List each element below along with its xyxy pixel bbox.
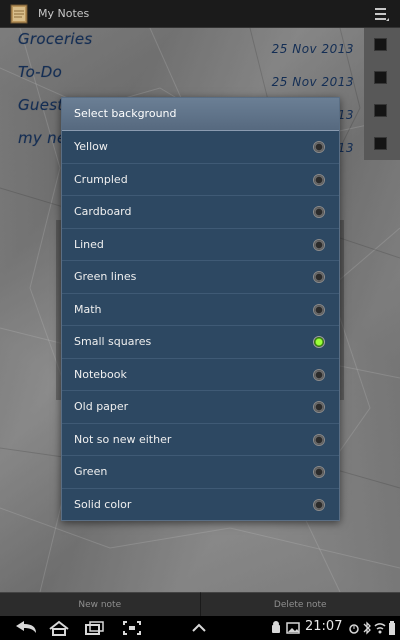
- background-option[interactable]: Crumpled: [62, 164, 339, 196]
- android-debug-icon: [272, 621, 280, 633]
- radio-unselected-icon[interactable]: [313, 173, 325, 186]
- background-option[interactable]: Yellow: [62, 131, 339, 164]
- background-option-label: Not so new either: [74, 432, 172, 446]
- radio-unselected-icon[interactable]: [313, 368, 325, 381]
- radio-unselected-icon[interactable]: [313, 401, 325, 413]
- background-option-label: Math: [74, 302, 102, 316]
- delete-note-button[interactable]: Delete note: [199, 592, 400, 616]
- background-option-label: Solid color: [74, 497, 132, 511]
- back-icon[interactable]: [12, 620, 40, 636]
- background-option-label: Small squares: [74, 335, 152, 348]
- alarm-icon: [349, 624, 359, 634]
- app-notebook-icon[interactable]: [8, 3, 30, 25]
- radio-unselected-icon[interactable]: [313, 303, 325, 316]
- radio-unselected-icon[interactable]: [313, 466, 325, 478]
- background-option[interactable]: Math: [62, 294, 339, 326]
- status-clock: 21:07: [305, 619, 343, 634]
- background-option-label: Lined: [74, 237, 104, 251]
- background-option[interactable]: Lined: [62, 229, 339, 261]
- background-option-label: Crumpled: [74, 172, 128, 186]
- background-option-label: Green: [74, 465, 108, 478]
- background-option[interactable]: Cardboard: [62, 196, 339, 229]
- background-option[interactable]: Not so new either: [62, 424, 339, 456]
- bottom-button-bar: New note Delete note: [0, 592, 400, 616]
- radio-unselected-icon[interactable]: [313, 238, 325, 251]
- screenshot-icon[interactable]: [122, 620, 142, 636]
- new-note-button[interactable]: New note: [0, 592, 200, 616]
- battery-icon: [389, 621, 395, 635]
- recent-apps-icon[interactable]: [84, 620, 106, 636]
- select-background-dialog: Select background Yellow Crumpled Cardboar…: [61, 97, 340, 521]
- background-option[interactable]: Solid color: [62, 489, 339, 522]
- background-option[interactable]: Small squares: [62, 326, 339, 359]
- background-option-label: Green lines: [74, 270, 137, 283]
- background-option[interactable]: Green: [62, 456, 339, 489]
- chevron-up-icon[interactable]: [190, 620, 208, 636]
- background-option-label: Notebook: [74, 367, 127, 381]
- background-option-label: Old paper: [74, 400, 129, 413]
- wifi-icon: [374, 623, 386, 634]
- action-bar: My Notes: [0, 0, 400, 28]
- app-title: My Notes: [38, 7, 90, 20]
- background-option-label: Yellow: [74, 140, 108, 153]
- background-option[interactable]: Green lines: [62, 261, 339, 294]
- background-option[interactable]: Notebook: [62, 359, 339, 391]
- system-bar: 21:07: [0, 616, 400, 640]
- dialog-title: Select background: [62, 98, 339, 131]
- overflow-menu-icon[interactable]: [374, 5, 390, 23]
- background-option[interactable]: Old paper: [62, 391, 339, 424]
- home-icon[interactable]: [48, 620, 70, 636]
- radio-selected-icon[interactable]: [313, 336, 325, 348]
- radio-unselected-icon[interactable]: [313, 271, 325, 283]
- bluetooth-icon: [363, 621, 371, 635]
- radio-unselected-icon[interactable]: [313, 433, 325, 446]
- image-notification-icon: [286, 622, 300, 634]
- background-option-label: Cardboard: [74, 205, 132, 218]
- radio-unselected-icon[interactable]: [313, 141, 325, 153]
- radio-unselected-icon[interactable]: [313, 498, 325, 511]
- radio-unselected-icon[interactable]: [313, 206, 325, 218]
